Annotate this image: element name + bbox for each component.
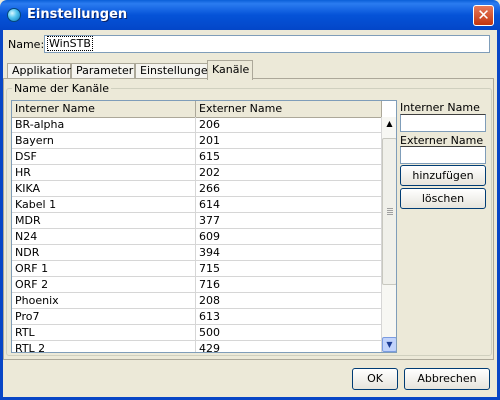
cell-external-name[interactable]: 266: [196, 181, 382, 197]
cell-internal-name[interactable]: N24: [12, 229, 196, 245]
channel-table[interactable]: Interner Name Externer Name BR-alpha 206 B…: [11, 100, 397, 353]
table-row[interactable]: Kabel 1 614: [12, 197, 382, 213]
app-icon: [7, 8, 21, 22]
cell-external-name[interactable]: 429: [196, 341, 382, 352]
cell-internal-name[interactable]: ORF 1: [12, 261, 196, 277]
channels-group-title: Name der Kanäle: [12, 82, 112, 95]
table-header: Interner Name Externer Name: [12, 101, 382, 118]
column-header-internal[interactable]: Interner Name: [12, 101, 196, 117]
table-row[interactable]: ORF 2 716: [12, 277, 382, 293]
name-label: Name:: [8, 38, 45, 51]
internal-name-label: Interner Name: [400, 101, 480, 114]
tab-applikation[interactable]: Applikation: [7, 63, 74, 79]
cell-external-name[interactable]: 716: [196, 277, 382, 293]
cell-internal-name[interactable]: RTL: [12, 325, 196, 341]
cell-internal-name[interactable]: ORF 2: [12, 277, 196, 293]
cell-internal-name[interactable]: KIKA: [12, 181, 196, 197]
close-button[interactable]: ✕: [473, 5, 494, 26]
scroll-up-icon[interactable]: ▲: [382, 117, 396, 132]
table-row[interactable]: ORF 1 715: [12, 261, 382, 277]
cell-internal-name[interactable]: Bayern: [12, 133, 196, 149]
cell-internal-name[interactable]: DSF: [12, 149, 196, 165]
cell-external-name[interactable]: 208: [196, 293, 382, 309]
cell-external-name[interactable]: 377: [196, 213, 382, 229]
delete-button[interactable]: löschen: [400, 188, 486, 209]
name-input[interactable]: WinSTB: [44, 35, 490, 53]
cell-internal-name[interactable]: RTL 2: [12, 341, 196, 352]
cell-external-name[interactable]: 715: [196, 261, 382, 277]
cell-external-name[interactable]: 394: [196, 245, 382, 261]
table-row[interactable]: N24 609: [12, 229, 382, 245]
tab-einstellungen[interactable]: Einstellungen: [135, 63, 215, 79]
cell-external-name[interactable]: 609: [196, 229, 382, 245]
cell-internal-name[interactable]: Pro7: [12, 309, 196, 325]
cancel-button[interactable]: Abbrechen: [404, 368, 490, 390]
table-body: BR-alpha 206 Bayern 201 DSF 615 HR 202 KIKA 266 Ka…: [12, 117, 382, 352]
table-row[interactable]: HR 202: [12, 165, 382, 181]
title-bar[interactable]: Einstellungen ✕: [0, 0, 500, 30]
tab-parameter[interactable]: Parameter: [71, 63, 135, 79]
table-row[interactable]: RTL 2 429: [12, 341, 382, 352]
table-row[interactable]: BR-alpha 206: [12, 117, 382, 133]
cell-external-name[interactable]: 614: [196, 197, 382, 213]
internal-name-input[interactable]: [400, 114, 486, 132]
table-row[interactable]: Bayern 201: [12, 133, 382, 149]
cell-external-name[interactable]: 613: [196, 309, 382, 325]
table-row[interactable]: KIKA 266: [12, 181, 382, 197]
tab-kanaele[interactable]: Kanäle: [207, 60, 253, 80]
table-row[interactable]: Pro7 613: [12, 309, 382, 325]
window-title: Einstellungen: [27, 7, 128, 22]
column-header-external[interactable]: Externer Name: [196, 101, 382, 117]
scroll-down-icon[interactable]: ▼: [382, 337, 396, 352]
table-row[interactable]: RTL 500: [12, 325, 382, 341]
cell-internal-name[interactable]: MDR: [12, 213, 196, 229]
table-row[interactable]: DSF 615: [12, 149, 382, 165]
table-row[interactable]: NDR 394: [12, 245, 382, 261]
cell-internal-name[interactable]: BR-alpha: [12, 117, 196, 133]
cell-internal-name[interactable]: Kabel 1: [12, 197, 196, 213]
ok-button[interactable]: OK: [352, 368, 398, 390]
add-button[interactable]: hinzufügen: [400, 165, 486, 186]
external-name-input[interactable]: [400, 146, 486, 164]
cell-external-name[interactable]: 500: [196, 325, 382, 341]
cell-external-name[interactable]: 201: [196, 133, 382, 149]
table-row[interactable]: MDR 377: [12, 213, 382, 229]
cell-internal-name[interactable]: Phoenix: [12, 293, 196, 309]
scroll-thumb[interactable]: [382, 138, 396, 285]
cell-external-name[interactable]: 202: [196, 165, 382, 181]
cell-internal-name[interactable]: HR: [12, 165, 196, 181]
vertical-scrollbar[interactable]: ▲ ▼: [382, 117, 396, 352]
table-row[interactable]: Phoenix 208: [12, 293, 382, 309]
cell-internal-name[interactable]: NDR: [12, 245, 196, 261]
cell-external-name[interactable]: 615: [196, 149, 382, 165]
name-value: WinSTB: [47, 36, 93, 51]
cell-external-name[interactable]: 206: [196, 117, 382, 133]
